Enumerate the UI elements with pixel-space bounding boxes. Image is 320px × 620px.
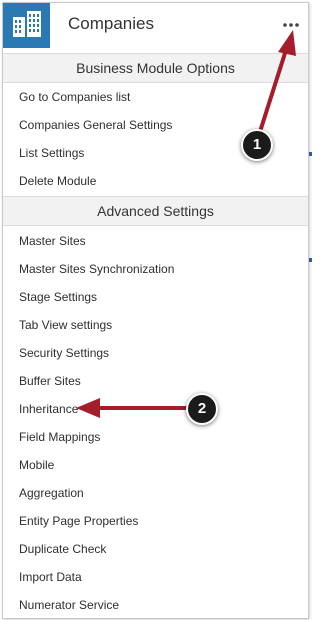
annotation-arrow-2 [76, 398, 190, 418]
annotation-arrow-1 [256, 30, 296, 140]
page: Companies Business Module Options Go to … [0, 0, 313, 620]
annotation-arrows [76, 30, 296, 418]
annotation-marker-2: 2 [186, 393, 218, 425]
annotation-marker-1: 1 [241, 129, 273, 161]
